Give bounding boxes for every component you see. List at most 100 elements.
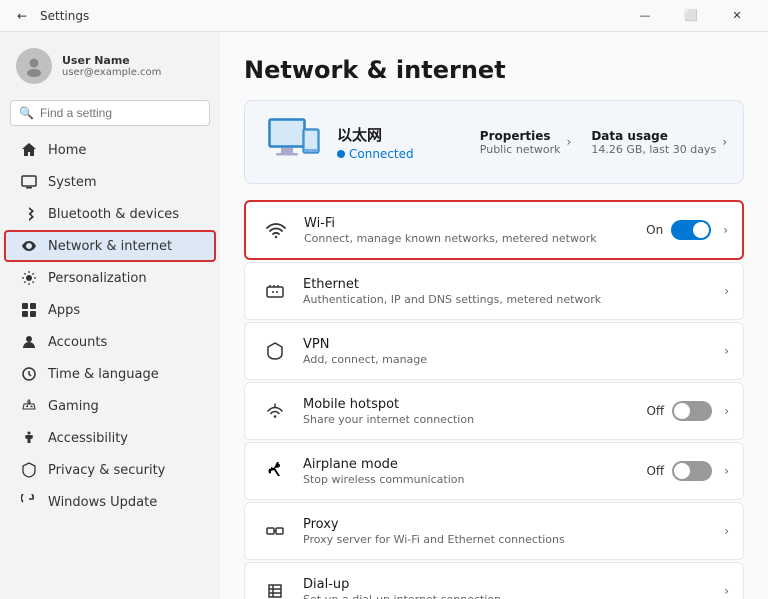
- sidebar-item-accounts[interactable]: Accounts: [4, 326, 216, 358]
- gaming-icon: [20, 397, 38, 415]
- search-box[interactable]: 🔍: [10, 100, 210, 126]
- properties-chevron: ›: [567, 135, 572, 149]
- setting-ethernet[interactable]: Ethernet Authentication, IP and DNS sett…: [244, 262, 744, 320]
- search-icon: 🔍: [19, 106, 34, 120]
- airplane-icon: [259, 455, 291, 487]
- airplane-toggle-label: Off: [646, 464, 664, 478]
- sidebar-label-system: System: [48, 175, 96, 190]
- sidebar-label-accessibility: Accessibility: [48, 431, 128, 446]
- dialup-text: Dial-up Set up a dial-up internet connec…: [303, 577, 708, 599]
- properties-link[interactable]: Properties Public network ›: [480, 129, 572, 156]
- setting-vpn[interactable]: VPN Add, connect, manage ›: [244, 322, 744, 380]
- proxy-text: Proxy Proxy server for Wi-Fi and Etherne…: [303, 517, 708, 546]
- time-icon: [20, 365, 38, 383]
- vpn-icon: [259, 335, 291, 367]
- vpn-chevron: ›: [724, 344, 729, 358]
- sidebar-item-home[interactable]: Home: [4, 134, 216, 166]
- apps-icon: [20, 301, 38, 319]
- setting-airplane[interactable]: Airplane mode Stop wireless communicatio…: [244, 442, 744, 500]
- data-usage-link[interactable]: Data usage 14.26 GB, last 30 days ›: [591, 129, 727, 156]
- proxy-subtitle: Proxy server for Wi-Fi and Ethernet conn…: [303, 533, 708, 546]
- sidebar-item-system[interactable]: System: [4, 166, 216, 198]
- personalization-icon: [20, 269, 38, 287]
- update-icon: [20, 493, 38, 511]
- airplane-subtitle: Stop wireless communication: [303, 473, 634, 486]
- setting-hotspot[interactable]: Mobile hotspot Share your internet conne…: [244, 382, 744, 440]
- network-hero-card: 以太网 Connected Properties Public network …: [244, 100, 744, 184]
- user-info: User Name user@example.com: [62, 54, 161, 78]
- user-email: user@example.com: [62, 67, 161, 78]
- hotspot-toggle[interactable]: [672, 401, 712, 421]
- vpn-right: ›: [720, 344, 729, 358]
- avatar: [16, 48, 52, 84]
- sidebar-item-personalization[interactable]: Personalization: [4, 262, 216, 294]
- airplane-text: Airplane mode Stop wireless communicatio…: [303, 457, 634, 486]
- close-button[interactable]: ✕: [714, 0, 760, 32]
- proxy-chevron: ›: [724, 524, 729, 538]
- user-name: User Name: [62, 54, 161, 67]
- content-area: Network & internet 以太网: [220, 32, 768, 599]
- airplane-toggle[interactable]: [672, 461, 712, 481]
- wifi-text: Wi-Fi Connect, manage known networks, me…: [304, 216, 634, 245]
- dialup-icon: [259, 575, 291, 599]
- sidebar-label-personalization: Personalization: [48, 271, 147, 286]
- hotspot-right: Off ›: [646, 401, 729, 421]
- airplane-title: Airplane mode: [303, 457, 634, 472]
- hotspot-chevron: ›: [724, 404, 729, 418]
- sidebar-label-privacy: Privacy & security: [48, 463, 165, 478]
- network-name: 以太网: [337, 124, 468, 145]
- sidebar-item-apps[interactable]: Apps: [4, 294, 216, 326]
- hotspot-toggle-label: Off: [646, 404, 664, 418]
- wifi-toggle[interactable]: [671, 220, 711, 240]
- vpn-title: VPN: [303, 337, 708, 352]
- vpn-subtitle: Add, connect, manage: [303, 353, 708, 366]
- data-usage-chevron: ›: [722, 135, 727, 149]
- dialup-right: ›: [720, 584, 729, 598]
- maximize-button[interactable]: ⬜: [668, 0, 714, 32]
- sidebar-label-bluetooth: Bluetooth & devices: [48, 207, 179, 222]
- sidebar-label-gaming: Gaming: [48, 399, 99, 414]
- network-icon: [20, 237, 38, 255]
- wifi-chevron: ›: [723, 223, 728, 237]
- dialup-title: Dial-up: [303, 577, 708, 592]
- hotspot-text: Mobile hotspot Share your internet conne…: [303, 397, 634, 426]
- sidebar-item-accessibility[interactable]: Accessibility: [4, 422, 216, 454]
- sidebar-item-update[interactable]: Windows Update: [4, 486, 216, 518]
- back-button[interactable]: ←: [12, 6, 32, 26]
- sidebar-item-time[interactable]: Time & language: [4, 358, 216, 390]
- airplane-right: Off ›: [646, 461, 729, 481]
- sidebar-item-bluetooth[interactable]: Bluetooth & devices: [4, 198, 216, 230]
- sidebar-item-privacy[interactable]: Privacy & security: [4, 454, 216, 486]
- sidebar-label-accounts: Accounts: [48, 335, 107, 350]
- ethernet-chevron: ›: [724, 284, 729, 298]
- sidebar-label-update: Windows Update: [48, 495, 157, 510]
- search-input[interactable]: [40, 106, 201, 120]
- hotspot-icon: [259, 395, 291, 427]
- wifi-toggle-thumb: [693, 222, 709, 238]
- proxy-icon: [259, 515, 291, 547]
- bluetooth-icon: [20, 205, 38, 223]
- hotspot-toggle-thumb: [674, 403, 690, 419]
- setting-wifi[interactable]: Wi-Fi Connect, manage known networks, me…: [244, 200, 744, 260]
- ethernet-title: Ethernet: [303, 277, 708, 292]
- setting-proxy[interactable]: Proxy Proxy server for Wi-Fi and Etherne…: [244, 502, 744, 560]
- minimize-button[interactable]: —: [622, 0, 668, 32]
- sidebar-label-home: Home: [48, 143, 86, 158]
- sidebar: User Name user@example.com 🔍 Home System: [0, 32, 220, 599]
- ethernet-icon: [259, 275, 291, 307]
- sidebar-label-time: Time & language: [48, 367, 159, 382]
- hotspot-subtitle: Share your internet connection: [303, 413, 634, 426]
- home-icon: [20, 141, 38, 159]
- sidebar-item-network[interactable]: Network & internet: [4, 230, 216, 262]
- network-hero-info: 以太网 Connected: [337, 124, 468, 161]
- wifi-icon: [260, 214, 292, 246]
- ethernet-right: ›: [720, 284, 729, 298]
- dialup-subtitle: Set up a dial-up internet connection: [303, 593, 708, 599]
- sidebar-item-gaming[interactable]: Gaming: [4, 390, 216, 422]
- system-icon: [20, 173, 38, 191]
- setting-dialup[interactable]: Dial-up Set up a dial-up internet connec…: [244, 562, 744, 599]
- accessibility-icon: [20, 429, 38, 447]
- network-status: Connected: [337, 147, 468, 161]
- titlebar: ← Settings — ⬜ ✕: [0, 0, 768, 32]
- titlebar-controls: — ⬜ ✕: [622, 0, 760, 32]
